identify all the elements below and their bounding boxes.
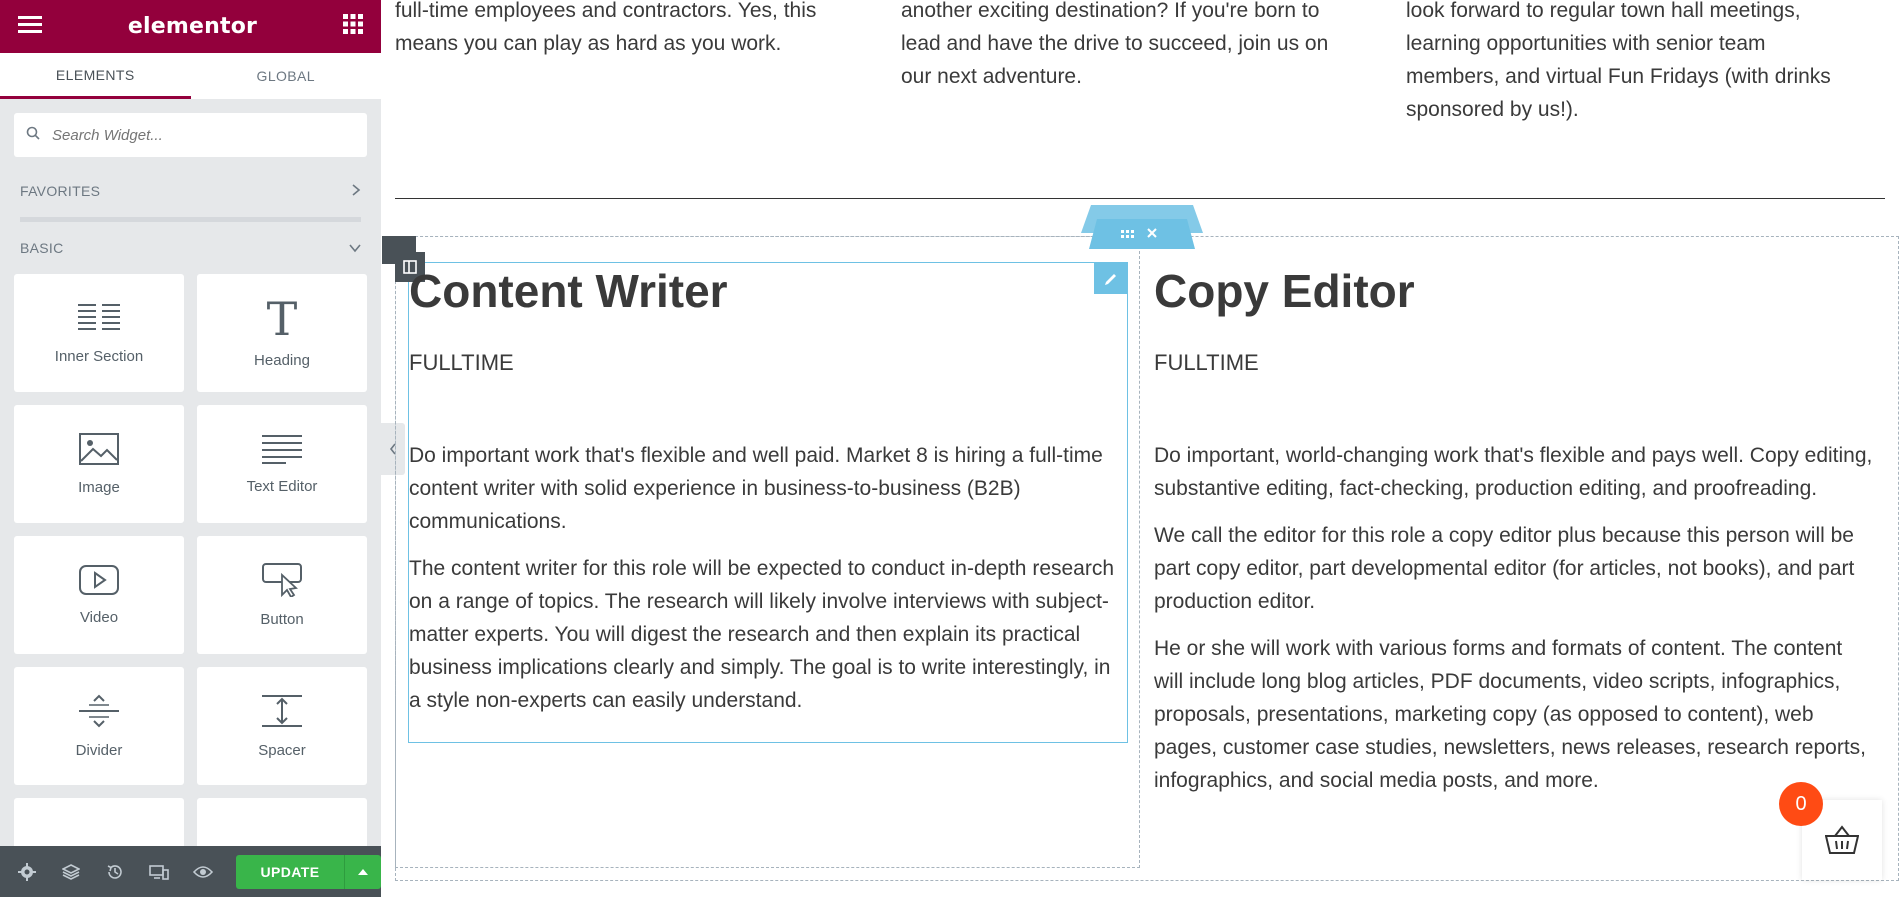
job-paragraph: We call the editor for this role a copy … bbox=[1154, 524, 1855, 613]
job-card: Copy Editor FULLTIME Do important, world… bbox=[1154, 264, 1874, 811]
widget-image[interactable]: Image bbox=[14, 405, 184, 523]
widget-label: Inner Section bbox=[54, 347, 144, 365]
job-description: Do important, world-changing work that's… bbox=[1154, 439, 1874, 797]
widget-label: Text Editor bbox=[246, 477, 318, 495]
job-paragraph: He or she will work with various forms a… bbox=[1154, 637, 1866, 792]
widgets-grid-icon[interactable] bbox=[342, 14, 363, 39]
editor-panel: elementor ELEMENTS GLOBAL FAVORITES BASI… bbox=[0, 0, 381, 897]
video-icon bbox=[79, 564, 119, 595]
editor-header: elementor bbox=[0, 0, 381, 53]
save-options-button[interactable] bbox=[344, 854, 381, 889]
button-icon bbox=[262, 562, 302, 597]
widget-divider[interactable]: Divider bbox=[14, 667, 184, 785]
job-paragraph: Do important, world-changing work that's… bbox=[1154, 444, 1873, 500]
settings-gear-icon[interactable] bbox=[10, 855, 44, 889]
search-icon bbox=[26, 126, 40, 145]
widget-label: Image bbox=[78, 478, 120, 496]
top-column-text: look forward to regular town hall meetin… bbox=[1406, 0, 1831, 121]
responsive-mode-icon[interactable] bbox=[142, 855, 176, 889]
layers-icon[interactable] bbox=[54, 855, 88, 889]
spacer-icon bbox=[262, 694, 302, 727]
preview-eye-icon[interactable] bbox=[186, 855, 220, 889]
elementor-logo: elementor bbox=[127, 14, 258, 39]
history-icon[interactable] bbox=[98, 855, 132, 889]
category-label: FAVORITES bbox=[20, 183, 101, 199]
job-paragraph: Do important work that's flexible and we… bbox=[409, 444, 1103, 533]
heading-icon: T bbox=[267, 298, 298, 338]
panel-tabs: ELEMENTS GLOBAL bbox=[0, 53, 381, 99]
chevron-down-icon bbox=[349, 240, 361, 256]
category-favorites[interactable]: FAVORITES bbox=[0, 165, 381, 217]
widget-inner-section[interactable]: Inner Section bbox=[14, 274, 184, 392]
tab-global[interactable]: GLOBAL bbox=[191, 53, 382, 99]
widget-label: Spacer bbox=[258, 741, 306, 759]
image-icon bbox=[79, 432, 119, 465]
widget-heading[interactable]: T Heading bbox=[197, 274, 367, 392]
widget-label: Divider bbox=[75, 741, 123, 759]
tab-elements[interactable]: ELEMENTS bbox=[0, 53, 191, 99]
cart-count-badge: 0 bbox=[1779, 782, 1823, 826]
chevron-right-icon bbox=[351, 183, 361, 199]
top-column-text: another exciting destination? If you're … bbox=[901, 0, 1329, 88]
editor-footer: UPDATE bbox=[0, 846, 381, 897]
search-input[interactable] bbox=[50, 125, 314, 145]
category-basic[interactable]: BASIC bbox=[0, 222, 381, 274]
job-type: FULLTIME bbox=[409, 350, 514, 375]
widget-label: Button bbox=[260, 610, 304, 628]
job-type: FULLTIME bbox=[1154, 350, 1259, 375]
update-button[interactable]: UPDATE bbox=[236, 854, 344, 889]
widget-label: Heading bbox=[254, 351, 310, 369]
category-label: BASIC bbox=[20, 240, 64, 256]
top-column-text: full-time employees and contractors. Yes… bbox=[395, 0, 817, 55]
section-handle[interactable] bbox=[1081, 205, 1203, 249]
hamburger-menu-icon[interactable] bbox=[18, 14, 42, 39]
widget-grid: Inner Section T Heading Image Text Edito… bbox=[0, 274, 381, 897]
widget-search bbox=[14, 113, 367, 157]
text-editor-icon bbox=[262, 434, 302, 464]
widget-video[interactable]: Video bbox=[14, 536, 184, 654]
job-title: Copy Editor bbox=[1154, 265, 1415, 317]
job-paragraph: The content writer for this role will be… bbox=[409, 557, 1115, 712]
job-title: Content Writer bbox=[409, 265, 728, 317]
widget-spacer[interactable]: Spacer bbox=[197, 667, 367, 785]
widget-text-editor[interactable]: Text Editor bbox=[197, 405, 367, 523]
caret-up-icon bbox=[358, 868, 368, 875]
page-canvas: full-time employees and contractors. Yes… bbox=[381, 0, 1899, 897]
job-card: Content Writer FULLTIME Do important wor… bbox=[409, 264, 1124, 731]
widget-label: Video bbox=[79, 608, 119, 626]
svg-text:T: T bbox=[267, 298, 298, 338]
divider-icon bbox=[79, 694, 119, 727]
widget-button[interactable]: Button bbox=[197, 536, 367, 654]
page-divider bbox=[395, 198, 1885, 199]
inner-section-icon bbox=[78, 303, 120, 330]
basket-icon bbox=[1825, 825, 1859, 854]
job-description: Do important work that's flexible and we… bbox=[409, 439, 1124, 717]
